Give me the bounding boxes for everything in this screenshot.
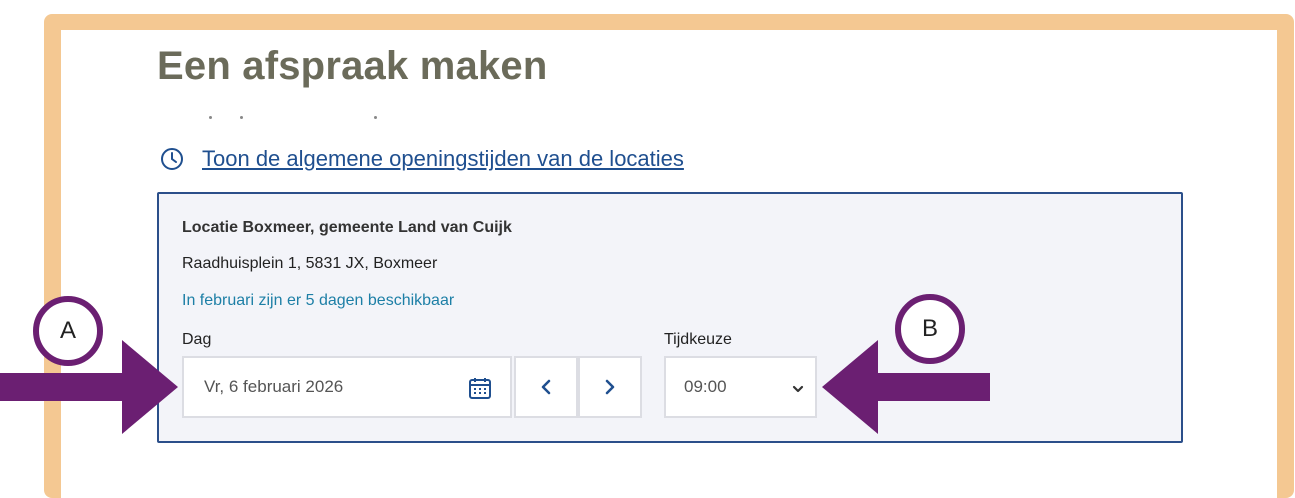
marker-a: A: [33, 296, 103, 366]
page-title: Een afspraak maken: [157, 44, 548, 88]
location-address: Raadhuisplein 1, 5831 JX, Boxmeer: [182, 255, 438, 272]
chevron-down-icon: [792, 385, 804, 393]
chevron-right-icon: [605, 379, 615, 395]
clock-icon: [161, 148, 183, 170]
time-value: 09:00: [684, 377, 727, 396]
calendar-icon[interactable]: [468, 376, 492, 400]
chevron-left-icon: [541, 379, 551, 395]
date-value: Vr, 6 februari 2026: [204, 377, 344, 396]
marker-b: B: [895, 294, 965, 364]
cropped-text-line: [157, 113, 387, 121]
date-input[interactable]: Vr, 6 februari 2026: [182, 356, 512, 418]
previous-day-button[interactable]: [514, 356, 578, 418]
opening-hours-row[interactable]: Toon de algemene openingstijden van de l…: [160, 145, 684, 173]
day-label: Dag: [182, 331, 212, 348]
opening-hours-link[interactable]: Toon de algemene openingstijden van de l…: [202, 146, 684, 172]
time-label: Tijdkeuze: [664, 331, 732, 348]
availability-text: In februari zijn er 5 dagen beschikbaar: [182, 292, 455, 309]
next-day-button[interactable]: [578, 356, 642, 418]
location-name: Locatie Boxmeer, gemeente Land van Cuijk: [182, 219, 512, 236]
time-select[interactable]: 09:00: [664, 356, 817, 418]
